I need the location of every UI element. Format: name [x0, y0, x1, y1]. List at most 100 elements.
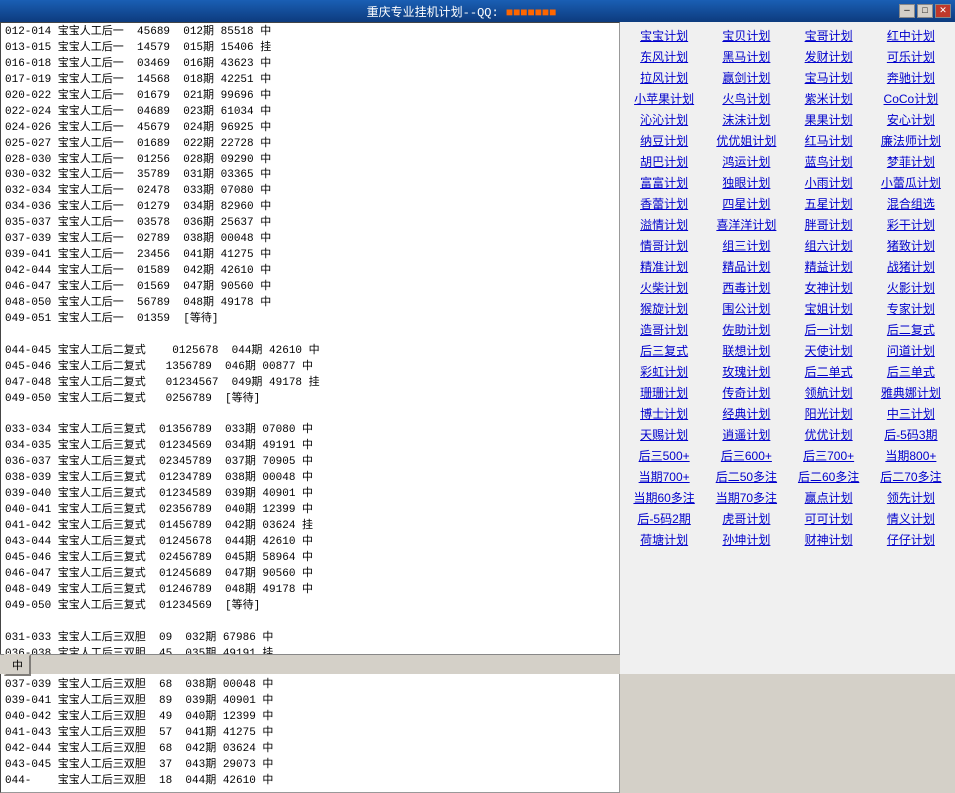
plan-item-91[interactable]: 领先计划: [871, 488, 951, 507]
plan-item-70[interactable]: 领航计划: [789, 383, 869, 402]
plan-item-42[interactable]: 组六计划: [789, 236, 869, 255]
plan-item-16[interactable]: 沁沁计划: [624, 110, 704, 129]
plan-item-72[interactable]: 博士计划: [624, 404, 704, 423]
plan-item-55[interactable]: 专家计划: [871, 299, 951, 318]
plan-item-95[interactable]: 情义计划: [871, 509, 951, 528]
plan-item-80[interactable]: 后三500+: [624, 446, 704, 465]
plan-item-65[interactable]: 玫瑰计划: [706, 362, 786, 381]
plan-item-39[interactable]: 彩干计划: [871, 215, 951, 234]
plan-item-4[interactable]: 东风计划: [624, 47, 704, 66]
plan-item-87[interactable]: 后二70多注: [871, 467, 951, 486]
plan-item-5[interactable]: 黑马计划: [706, 47, 786, 66]
plan-item-6[interactable]: 发财计划: [789, 47, 869, 66]
plan-item-14[interactable]: 紫米计划: [789, 89, 869, 108]
plan-item-57[interactable]: 佐助计划: [706, 320, 786, 339]
plan-item-83[interactable]: 当期800+: [871, 446, 951, 465]
plan-item-33[interactable]: 四星计划: [706, 194, 786, 213]
plan-item-54[interactable]: 宝姐计划: [789, 299, 869, 318]
plan-item-97[interactable]: 孙坤计划: [706, 530, 786, 549]
plan-item-50[interactable]: 女神计划: [789, 278, 869, 297]
plan-item-37[interactable]: 喜洋洋计划: [706, 215, 786, 234]
plan-item-11[interactable]: 奔驰计划: [871, 68, 951, 87]
plan-item-25[interactable]: 鸿运计划: [706, 152, 786, 171]
plan-item-73[interactable]: 经典计划: [706, 404, 786, 423]
plan-item-8[interactable]: 拉风计划: [624, 68, 704, 87]
plan-item-89[interactable]: 当期70多注: [706, 488, 786, 507]
plan-item-85[interactable]: 后二50多注: [706, 467, 786, 486]
plan-item-53[interactable]: 围公计划: [706, 299, 786, 318]
plan-item-76[interactable]: 天赐计划: [624, 425, 704, 444]
plan-item-2[interactable]: 宝哥计划: [789, 26, 869, 45]
plan-item-48[interactable]: 火柴计划: [624, 278, 704, 297]
plan-item-84[interactable]: 当期700+: [624, 467, 704, 486]
plan-item-23[interactable]: 廉法师计划: [871, 131, 951, 150]
plan-item-64[interactable]: 彩虹计划: [624, 362, 704, 381]
plan-item-77[interactable]: 逍遥计划: [706, 425, 786, 444]
plan-item-75[interactable]: 中三计划: [871, 404, 951, 423]
plan-item-17[interactable]: 沫沫计划: [706, 110, 786, 129]
plan-item-44[interactable]: 精准计划: [624, 257, 704, 276]
plan-item-62[interactable]: 天使计划: [789, 341, 869, 360]
plan-item-46[interactable]: 精益计划: [789, 257, 869, 276]
plan-item-94[interactable]: 可可计划: [789, 509, 869, 528]
plan-item-7[interactable]: 可乐计划: [871, 47, 951, 66]
left-panel[interactable]: 012-014 宝宝人工后一 45689 012期 85518 中 013-01…: [0, 22, 620, 793]
status-button[interactable]: 中: [4, 654, 31, 676]
plan-item-86[interactable]: 后二60多注: [789, 467, 869, 486]
plan-item-47[interactable]: 战猪计划: [871, 257, 951, 276]
plan-item-0[interactable]: 宝宝计划: [624, 26, 704, 45]
plan-item-99[interactable]: 仔仔计划: [871, 530, 951, 549]
plan-item-74[interactable]: 阳光计划: [789, 404, 869, 423]
plan-item-3[interactable]: 红中计划: [871, 26, 951, 45]
plan-item-38[interactable]: 胖哥计划: [789, 215, 869, 234]
plan-item-1[interactable]: 宝贝计划: [706, 26, 786, 45]
plan-item-26[interactable]: 蓝鸟计划: [789, 152, 869, 171]
plan-item-34[interactable]: 五星计划: [789, 194, 869, 213]
plan-item-31[interactable]: 小蕾瓜计划: [871, 173, 951, 192]
plan-item-12[interactable]: 小苹果计划: [624, 89, 704, 108]
plan-item-20[interactable]: 纳豆计划: [624, 131, 704, 150]
plan-item-28[interactable]: 富富计划: [624, 173, 704, 192]
close-button[interactable]: ✕: [935, 4, 951, 18]
plan-item-88[interactable]: 当期60多注: [624, 488, 704, 507]
plan-item-27[interactable]: 梦菲计划: [871, 152, 951, 171]
plan-item-13[interactable]: 火鸟计划: [706, 89, 786, 108]
plan-item-82[interactable]: 后三700+: [789, 446, 869, 465]
plan-item-19[interactable]: 安心计划: [871, 110, 951, 129]
plan-item-61[interactable]: 联想计划: [706, 341, 786, 360]
qq-number[interactable]: ■■■■■■■: [506, 6, 556, 20]
maximize-button[interactable]: □: [917, 4, 933, 18]
plan-item-58[interactable]: 后一计划: [789, 320, 869, 339]
plan-item-59[interactable]: 后二复式: [871, 320, 951, 339]
plan-item-79[interactable]: 后-5码3期: [871, 425, 951, 444]
plan-item-96[interactable]: 荷塘计划: [624, 530, 704, 549]
plan-item-49[interactable]: 西毒计划: [706, 278, 786, 297]
plan-item-98[interactable]: 财神计划: [789, 530, 869, 549]
plan-item-66[interactable]: 后二单式: [789, 362, 869, 381]
plan-item-52[interactable]: 猴旋计划: [624, 299, 704, 318]
plan-item-60[interactable]: 后三复式: [624, 341, 704, 360]
plan-item-90[interactable]: 赢点计划: [789, 488, 869, 507]
plan-item-69[interactable]: 传奇计划: [706, 383, 786, 402]
plan-item-30[interactable]: 小雨计划: [789, 173, 869, 192]
plan-item-92[interactable]: 后-5码2期: [624, 509, 704, 528]
plan-item-22[interactable]: 红马计划: [789, 131, 869, 150]
plan-item-56[interactable]: 造哥计划: [624, 320, 704, 339]
plan-item-71[interactable]: 雅典娜计划: [871, 383, 951, 402]
plan-item-9[interactable]: 赢剑计划: [706, 68, 786, 87]
plan-item-32[interactable]: 香蕾计划: [624, 194, 704, 213]
plan-item-15[interactable]: CoCo计划: [871, 89, 951, 108]
plan-item-35[interactable]: 混合组选: [871, 194, 951, 213]
plan-item-10[interactable]: 宝马计划: [789, 68, 869, 87]
plan-item-45[interactable]: 精品计划: [706, 257, 786, 276]
plan-item-24[interactable]: 胡巴计划: [624, 152, 704, 171]
plan-item-21[interactable]: 优优姐计划: [706, 131, 786, 150]
plan-item-29[interactable]: 独眼计划: [706, 173, 786, 192]
plan-item-51[interactable]: 火影计划: [871, 278, 951, 297]
plan-item-67[interactable]: 后三单式: [871, 362, 951, 381]
plan-item-63[interactable]: 问道计划: [871, 341, 951, 360]
plan-item-36[interactable]: 溢情计划: [624, 215, 704, 234]
plan-item-93[interactable]: 虎哥计划: [706, 509, 786, 528]
plan-item-68[interactable]: 珊珊计划: [624, 383, 704, 402]
plan-item-43[interactable]: 猪致计划: [871, 236, 951, 255]
